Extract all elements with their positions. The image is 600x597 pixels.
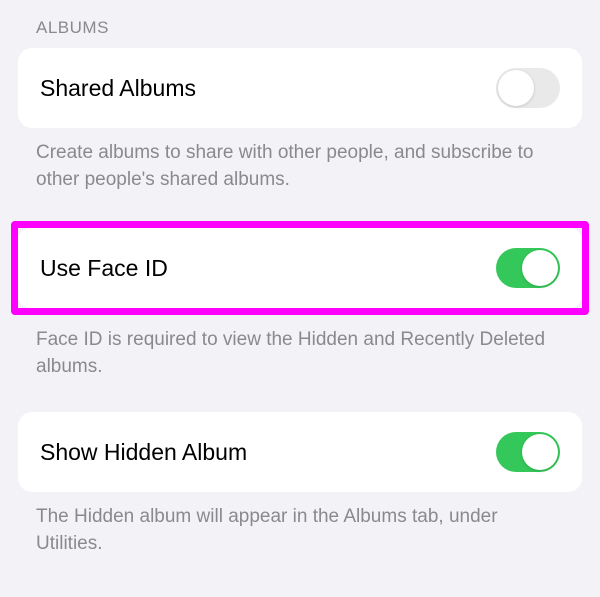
- shared-albums-toggle[interactable]: [496, 68, 560, 108]
- use-face-id-label: Use Face ID: [40, 255, 168, 282]
- use-face-id-toggle[interactable]: [496, 248, 560, 288]
- setting-show-hidden-album: Show Hidden Album: [18, 412, 582, 492]
- toggle-knob-icon: [522, 250, 558, 286]
- show-hidden-album-label: Show Hidden Album: [40, 439, 247, 466]
- highlight-annotation: Use Face ID: [11, 221, 589, 315]
- setting-shared-albums: Shared Albums: [18, 48, 582, 128]
- toggle-knob-icon: [498, 70, 534, 106]
- section-header-albums: ALBUMS: [18, 0, 582, 48]
- setting-use-face-id: Use Face ID: [18, 228, 582, 308]
- use-face-id-description: Face ID is required to view the Hidden a…: [18, 315, 582, 380]
- shared-albums-label: Shared Albums: [40, 75, 196, 102]
- shared-albums-description: Create albums to share with other people…: [18, 128, 582, 193]
- toggle-knob-icon: [522, 434, 558, 470]
- show-hidden-album-description: The Hidden album will appear in the Albu…: [18, 492, 582, 557]
- show-hidden-album-toggle[interactable]: [496, 432, 560, 472]
